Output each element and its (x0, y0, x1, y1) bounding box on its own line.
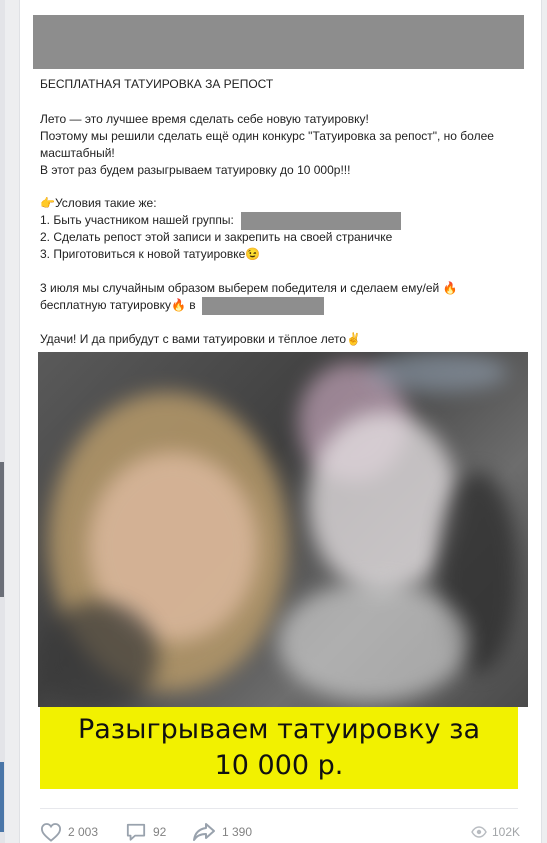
post-header-redacted (33, 15, 524, 69)
conditions-heading: 👉Условия такие же: (40, 196, 157, 210)
banner-line: Разыгрываем татуировку за (77, 714, 481, 745)
repost-button[interactable]: 1 390 (192, 822, 252, 842)
draw-info-line: бесплатную татуировку🔥 в (40, 298, 196, 312)
draw-text: 3 июля мы случайным образом выберем побе… (40, 281, 440, 295)
redacted-studio-link (202, 297, 324, 315)
condition-item: 1. Быть участником нашей группы: (40, 213, 234, 227)
photo-region (368, 352, 508, 392)
post-photo[interactable] (38, 352, 528, 707)
condition-item: 3. Приготовиться к новой татуировке😉 (40, 247, 260, 261)
fire-icon: 🔥 (171, 298, 186, 312)
views-count: 102K (491, 825, 520, 839)
comment-icon (126, 823, 146, 841)
photo-region (278, 582, 468, 702)
comment-button[interactable]: 92 (125, 822, 166, 842)
draw-info-line: 3 июля мы случайным образом выберем побе… (40, 281, 458, 295)
post-text-line: масштабный! (40, 146, 115, 160)
post-text-line: Лето — это лучшее время сделать себе нов… (40, 112, 369, 126)
comment-count: 92 (153, 825, 167, 839)
left-sidebar-strip (0, 0, 5, 843)
post-text-line: В этот раз будем разыгрываем татуировку … (40, 163, 351, 177)
sidebar-fragment (0, 462, 4, 597)
repost-count: 1 390 (222, 825, 253, 839)
post-text-line: Поэтому мы решили сделать ещё один конку… (40, 129, 494, 143)
pointing-hand-icon: 👉 (40, 196, 55, 210)
actions-divider (40, 808, 518, 809)
post-card: БЕСПЛАТНАЯ ТАТУИРОВКА ЗА РЕПОСТ Лето — э… (19, 0, 542, 843)
wink-icon: 😉 (245, 247, 261, 261)
condition-item: 2. Сделать репост этой записи и закрепит… (40, 230, 393, 244)
eye-icon (471, 826, 487, 838)
fire-icon: 🔥 (442, 281, 458, 295)
like-button[interactable]: 2 003 (40, 822, 98, 842)
photo-region (308, 412, 458, 592)
promo-banner[interactable]: Разыгрываем татуировку за 10 000 р. (40, 707, 518, 789)
draw-text: бесплатную татуировку (40, 298, 171, 312)
closing-line: Удачи! И да прибудут с вами татуировки и… (40, 332, 361, 346)
views-counter: 102K (471, 825, 520, 839)
condition-text: 3. Приготовиться к новой татуировке (40, 247, 246, 261)
heart-icon (40, 823, 62, 842)
photo-region (38, 602, 158, 707)
victory-hand-icon: ✌ (346, 332, 362, 346)
closing-text: Удачи! И да прибудут с вами татуировки и… (40, 332, 347, 346)
like-count: 2 003 (68, 825, 99, 839)
banner-line: 10 000 р. (214, 750, 344, 781)
sidebar-fragment (0, 762, 4, 832)
draw-text-in: в (189, 298, 196, 312)
share-arrow-icon (193, 823, 215, 841)
redacted-group-link (241, 212, 401, 230)
post-title: БЕСПЛАТНАЯ ТАТУИРОВКА ЗА РЕПОСТ (40, 77, 274, 91)
conditions-title: Условия такие же: (54, 196, 157, 210)
